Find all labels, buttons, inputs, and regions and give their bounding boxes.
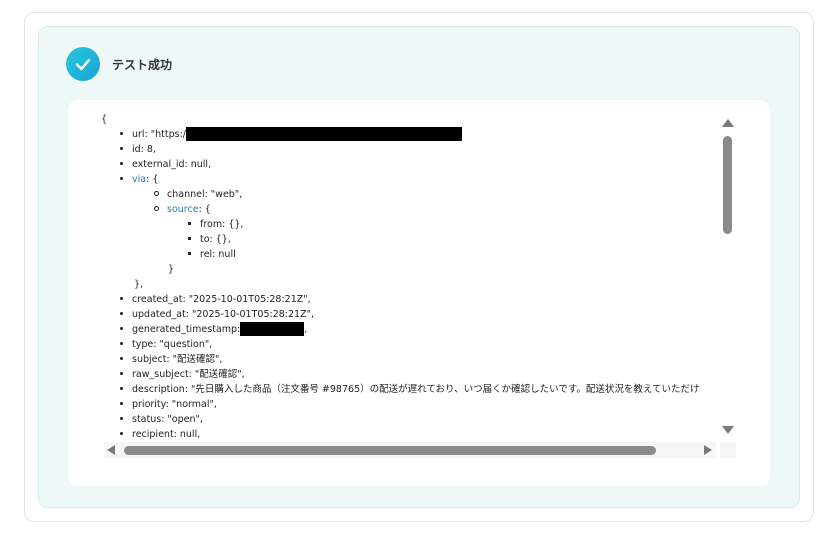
json-via-close: }, [134, 279, 144, 290]
json-id-text: id: 8, [132, 144, 156, 155]
json-source-key[interactable]: source [167, 204, 199, 215]
json-row-status: status: "open", [120, 412, 203, 427]
check-circle-icon [66, 47, 100, 81]
json-rel-text: rel: null [200, 249, 236, 260]
json-row-url: url: "https:/ [120, 126, 463, 142]
bullet [120, 357, 123, 360]
bullet [120, 327, 123, 330]
json-created-at-text: created_at: "2025-10-01T05:28:21Z", [132, 294, 311, 305]
json-open-brace: { [101, 114, 108, 125]
json-updated-at-text: updated_at: "2025-10-01T05:28:21Z", [132, 309, 314, 320]
json-row-raw-subject: raw_subject: "配送確認", [120, 367, 245, 382]
json-source-close: } [168, 264, 175, 275]
redaction-block [240, 321, 305, 336]
json-row-description: description: "先日購入した商品（注文番号 #98765）の配送が遅… [120, 382, 699, 397]
vertical-scroll-thumb[interactable] [723, 136, 732, 234]
json-to-text: to: {}, [200, 234, 231, 245]
json-type-text: type: "question", [132, 339, 213, 350]
status-header: テスト成功 [66, 46, 172, 82]
json-source-open: : { [198, 204, 211, 215]
json-row-channel: channel: "web", [154, 187, 242, 202]
vertical-scrollbar[interactable] [720, 116, 736, 438]
json-priority-text: priority: "normal", [132, 399, 217, 410]
json-row-type: type: "question", [120, 337, 212, 352]
json-row-via: via: { [120, 172, 158, 187]
scroll-left-arrow-icon[interactable] [107, 445, 115, 455]
json-row-source: source: { [154, 202, 211, 217]
json-row-external-id: external_id: null, [120, 157, 211, 172]
json-external-id-text: external_id: null, [132, 159, 212, 170]
json-row-id: id: 8, [120, 142, 156, 157]
json-row-from: from: {}, [188, 217, 243, 232]
json-from-text: from: {}, [200, 219, 244, 230]
scroll-up-arrow-icon[interactable] [722, 119, 734, 127]
json-via-key[interactable]: via [132, 174, 146, 185]
json-raw-subject-text: raw_subject: "配送確認", [132, 369, 245, 380]
bullet [154, 191, 159, 196]
json-row-updated-at: updated_at: "2025-10-01T05:28:21Z", [120, 307, 314, 322]
bullet [120, 417, 123, 420]
bullet [120, 312, 123, 315]
status-title: テスト成功 [112, 57, 173, 72]
json-generated-timestamp-suffix: , [304, 324, 308, 335]
json-row-rel: rel: null [188, 247, 236, 262]
json-url-text: url: "https:/ [132, 129, 187, 140]
scroll-right-arrow-icon[interactable] [704, 445, 712, 455]
bullet [120, 162, 123, 165]
bullet [120, 297, 123, 300]
json-recipient-text: recipient: null, [132, 429, 201, 440]
bullet [120, 132, 123, 135]
json-status-text: status: "open", [132, 414, 203, 425]
json-generated-timestamp-text: generated_timestamp: [132, 324, 241, 335]
json-subject-text: subject: "配送確認", [132, 354, 223, 365]
scroll-down-arrow-icon[interactable] [722, 426, 734, 434]
json-channel-text: channel: "web", [167, 189, 243, 200]
bullet [120, 342, 123, 345]
bullet [120, 432, 123, 435]
json-row-to: to: {}, [188, 232, 231, 247]
json-output-viewport[interactable]: { url: "https:/ id: 8, external_id: null… [100, 112, 718, 442]
json-row-priority: priority: "normal", [120, 397, 217, 412]
bullet [188, 222, 191, 225]
bullet [120, 402, 123, 405]
bullet [120, 372, 123, 375]
json-row-subject: subject: "配送確認", [120, 352, 222, 367]
bullet [120, 147, 123, 150]
bullet [188, 237, 191, 240]
json-description-text: description: "先日購入した商品（注文番号 #98765）の配送が遅… [132, 384, 700, 395]
json-row-recipient: recipient: null, [120, 427, 200, 442]
json-row-created-at: created_at: "2025-10-01T05:28:21Z", [120, 292, 311, 307]
scrollbar-corner [720, 442, 736, 458]
horizontal-scroll-thumb[interactable] [124, 446, 656, 455]
json-row-generated-timestamp: generated_timestamp:, [120, 321, 308, 337]
bullet [154, 206, 159, 211]
json-via-open: : { [146, 174, 159, 185]
bullet [120, 387, 123, 390]
horizontal-scrollbar[interactable] [104, 442, 716, 458]
bullet [120, 177, 123, 180]
redaction-block [186, 126, 463, 141]
bullet [188, 252, 191, 255]
